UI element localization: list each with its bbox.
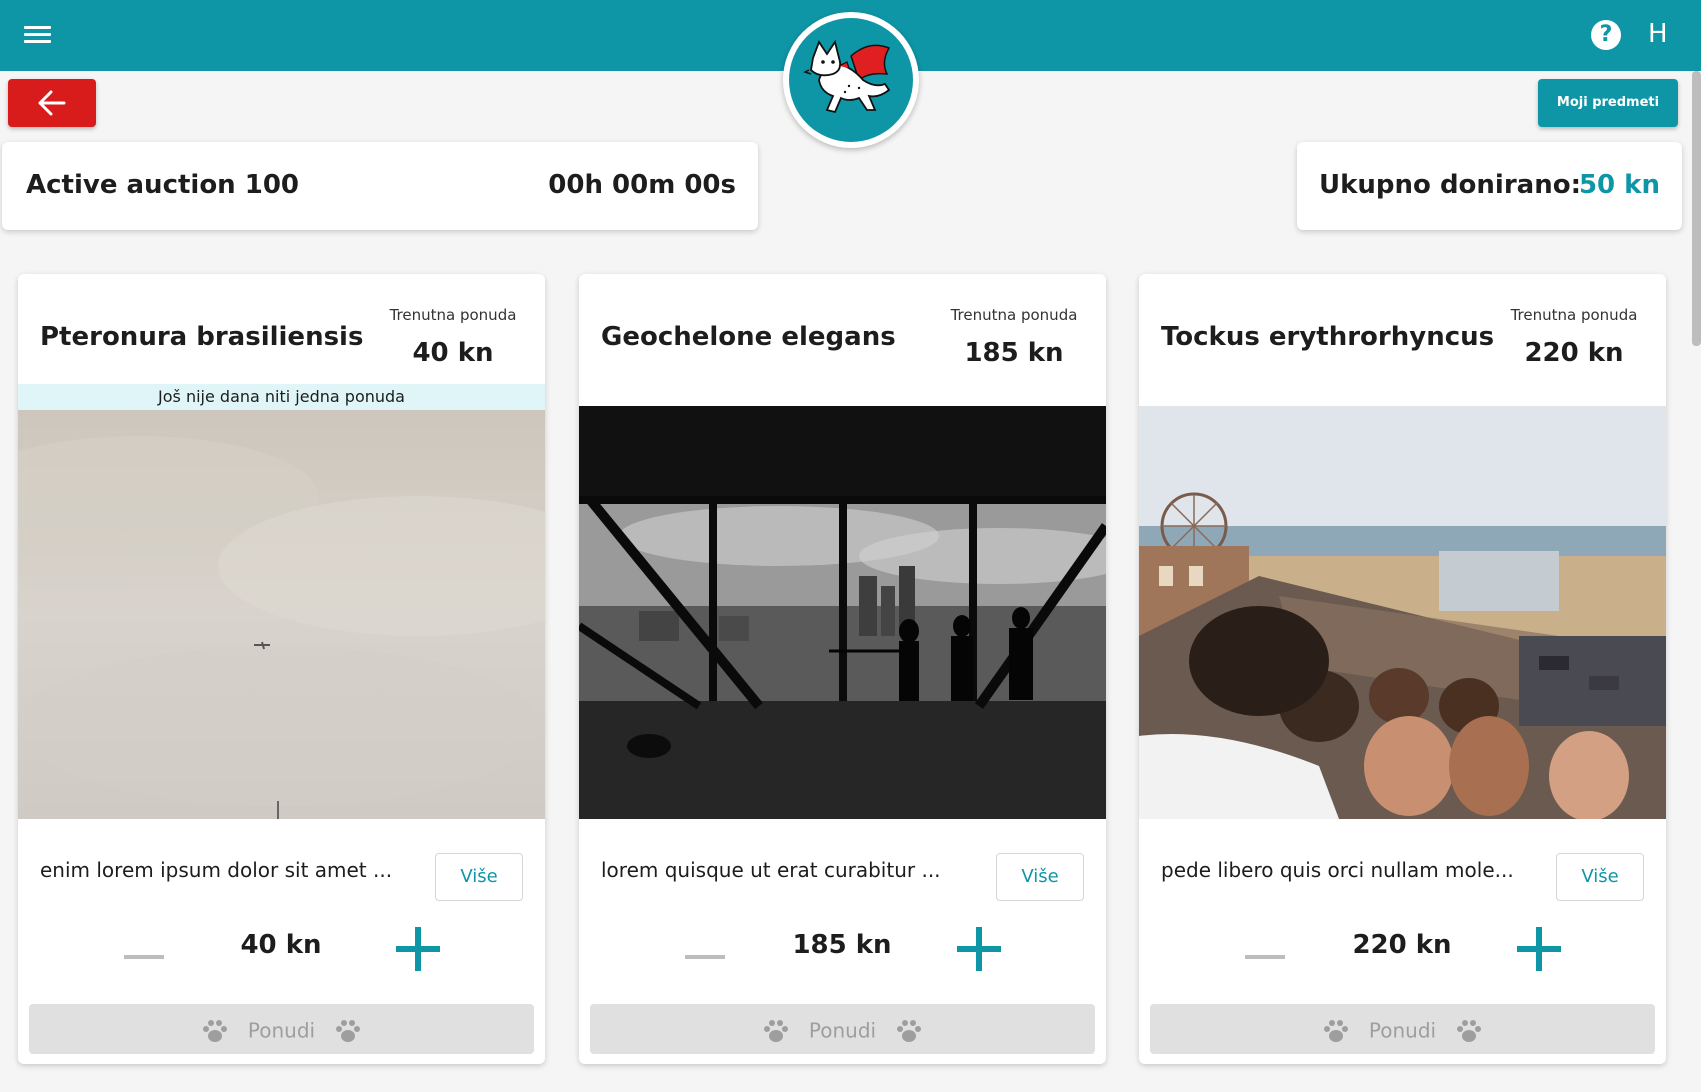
item-name: Pteronura brasiliensis [40,322,364,352]
bid-amount: 220 kn [1352,930,1452,960]
menu-icon[interactable] [24,22,58,48]
auction-title: Active auction 100 [26,170,300,200]
item-image[interactable] [1139,406,1666,819]
item-name: Tockus erythrorhyncus [1161,322,1495,352]
item-description: enim lorem ipsum dolor sit amet ... [40,858,393,882]
offer-button[interactable]: Ponudi [1150,1004,1655,1054]
more-button[interactable]: Više [1556,853,1644,901]
item-description: pede libero quis orci nullam mole... [1161,858,1514,882]
app-logo[interactable] [783,12,919,148]
flying-dog-logo-icon [789,18,913,142]
plus-icon[interactable] [957,927,1001,971]
donations-value: 50 kn [1578,170,1660,200]
offer-button[interactable]: Ponudi [29,1004,534,1054]
offer-label: Ponudi [247,1018,316,1043]
help-icon[interactable]: ? [1591,20,1621,50]
current-bid-caption: Trenutna ponuda [389,306,517,324]
bid-amount: 185 kn [792,930,892,960]
auction-item-card: Geochelone elegans Trenutna ponuda 185 k… [579,274,1106,1064]
current-bid-value: 185 kn [964,338,1064,368]
bid-amount: 40 kn [240,930,322,960]
no-bids-notice: Još nije dana niti jedna ponuda [18,384,545,410]
current-bid-value: 220 kn [1524,338,1624,368]
offer-button[interactable]: Ponudi [590,1004,1095,1054]
auction-item-card: Tockus erythrorhyncus Trenutna ponuda 22… [1139,274,1666,1064]
scrollbar[interactable] [1692,71,1701,346]
item-image[interactable] [579,406,1106,819]
paw-icon [897,1019,922,1042]
minus-icon[interactable] [124,942,164,972]
minus-icon[interactable] [685,942,725,972]
offer-label: Ponudi [1368,1018,1437,1043]
offer-label: Ponudi [808,1018,877,1043]
auction-item-card: Pteronura brasiliensis Trenutna ponuda 4… [18,274,545,1064]
user-avatar[interactable]: H [1648,18,1668,50]
paw-icon [1323,1019,1348,1042]
paw-icon [202,1019,227,1042]
back-arrow-icon [38,90,66,116]
more-button[interactable]: Više [435,853,523,901]
current-bid-caption: Trenutna ponuda [950,306,1078,324]
plus-icon[interactable] [1517,927,1561,971]
my-items-button[interactable]: Moji predmeti [1538,79,1678,127]
current-bid-caption: Trenutna ponuda [1510,306,1638,324]
back-button[interactable] [8,79,96,127]
item-description: lorem quisque ut erat curabitur ... [601,858,941,882]
current-bid-value: 40 kn [412,338,494,368]
more-button[interactable]: Više [996,853,1084,901]
item-name: Geochelone elegans [601,322,896,352]
minus-icon[interactable] [1245,942,1285,972]
plus-icon[interactable] [396,927,440,971]
paw-icon [1457,1019,1482,1042]
paw-icon [336,1019,361,1042]
item-image[interactable] [18,406,545,819]
auction-timer: 00h 00m 00s [548,170,736,200]
auction-panel: Active auction 100 00h 00m 00s [2,142,758,230]
paw-icon [763,1019,788,1042]
donations-label: Ukupno donirano: [1319,170,1581,200]
donations-panel: Ukupno donirano: 50 kn [1297,142,1682,230]
